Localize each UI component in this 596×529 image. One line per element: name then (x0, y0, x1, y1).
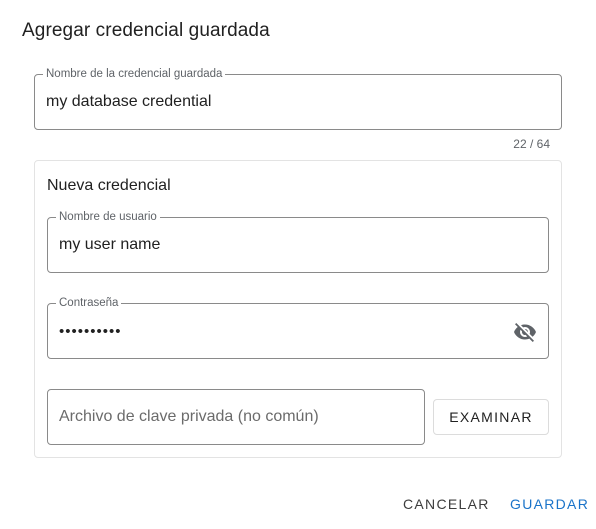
username-field[interactable]: Nombre de usuario my user name (47, 210, 549, 273)
browse-button[interactable]: EXAMINAR (433, 399, 549, 435)
credential-name-field[interactable]: Nombre de la credencial guardada my data… (34, 67, 562, 130)
cancel-button[interactable]: CANCELAR (403, 492, 490, 516)
eye-off-icon (514, 323, 536, 342)
toggle-password-visibility-button[interactable] (512, 319, 538, 345)
private-key-file-field[interactable]: Archivo de clave privada (no común) (47, 389, 425, 445)
save-button[interactable]: GUARDAR (510, 492, 589, 516)
character-counter: 22 / 64 (513, 137, 550, 151)
dialog-title: Agregar credencial guardada (22, 20, 270, 41)
private-key-file-placeholder: Archivo de clave privada (no común) (59, 408, 319, 425)
password-field[interactable]: Contraseña •••••••••• (47, 296, 549, 359)
credential-name-input[interactable]: my database credential (46, 75, 211, 129)
new-credential-title: Nueva credencial (47, 177, 171, 194)
username-input[interactable]: my user name (59, 218, 160, 272)
password-input[interactable]: •••••••••• (59, 304, 122, 358)
add-saved-credential-dialog: Agregar credencial guardada Nombre de la… (0, 0, 596, 529)
